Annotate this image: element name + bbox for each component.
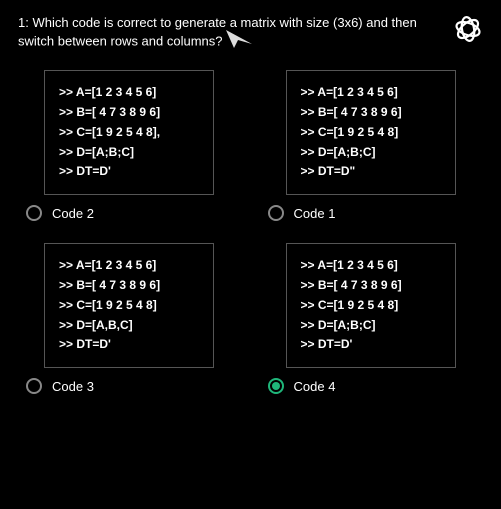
- code-line: >> C=[1 9 2 5 4 8]: [59, 296, 199, 316]
- code-line: >> A=[1 2 3 4 5 6]: [301, 83, 441, 103]
- question-content: 1: Which code is correct to generate a m…: [18, 15, 417, 49]
- option-code3[interactable]: Code 3: [18, 374, 242, 408]
- code-line: >> D=[A,B,C]: [59, 316, 199, 336]
- code-line: >> DT=D': [59, 335, 199, 355]
- code-line: >> D=[A;B;C]: [301, 316, 441, 336]
- code-line: >> C=[1 9 2 5 4 8],: [59, 123, 199, 143]
- option-code4[interactable]: Code 4: [260, 374, 484, 408]
- code-line: >> B=[ 4 7 3 8 9 6]: [59, 103, 199, 123]
- radio-icon: [268, 205, 284, 221]
- code-line: >> DT=D': [301, 335, 441, 355]
- code-line: >> B=[ 4 7 3 8 9 6]: [59, 276, 199, 296]
- option-code2-block: >> A=[1 2 3 4 5 6] >> B=[ 4 7 3 8 9 6] >…: [18, 70, 242, 235]
- radio-icon: [26, 378, 42, 394]
- code-line: >> DT=D": [301, 162, 441, 182]
- code-line: >> A=[1 2 3 4 5 6]: [59, 83, 199, 103]
- code-line: >> A=[1 2 3 4 5 6]: [59, 256, 199, 276]
- code-line: >> D=[A;B;C]: [59, 143, 199, 163]
- codebox-code2: >> A=[1 2 3 4 5 6] >> B=[ 4 7 3 8 9 6] >…: [44, 70, 214, 195]
- codebox-code3: >> A=[1 2 3 4 5 6] >> B=[ 4 7 3 8 9 6] >…: [44, 243, 214, 368]
- cursor-icon: [226, 32, 254, 52]
- question-text: 1: Which code is correct to generate a m…: [18, 14, 441, 52]
- code-line: >> DT=D': [59, 162, 199, 182]
- codebox-code1: >> A=[1 2 3 4 5 6] >> B=[ 4 7 3 8 9 6] >…: [286, 70, 456, 195]
- radio-icon: [26, 205, 42, 221]
- codebox-code4: >> A=[1 2 3 4 5 6] >> B=[ 4 7 3 8 9 6] >…: [286, 243, 456, 368]
- logo-icon: [453, 14, 483, 44]
- option-code1-block: >> A=[1 2 3 4 5 6] >> B=[ 4 7 3 8 9 6] >…: [260, 70, 484, 235]
- option-label: Code 4: [294, 379, 336, 394]
- option-label: Code 1: [294, 206, 336, 221]
- option-code3-block: >> A=[1 2 3 4 5 6] >> B=[ 4 7 3 8 9 6] >…: [18, 243, 242, 408]
- option-code1[interactable]: Code 1: [260, 201, 484, 235]
- code-line: >> C=[1 9 2 5 4 8]: [301, 123, 441, 143]
- code-line: >> A=[1 2 3 4 5 6]: [301, 256, 441, 276]
- radio-icon: [268, 378, 284, 394]
- code-line: >> B=[ 4 7 3 8 9 6]: [301, 103, 441, 123]
- option-label: Code 3: [52, 379, 94, 394]
- option-code4-block: >> A=[1 2 3 4 5 6] >> B=[ 4 7 3 8 9 6] >…: [260, 243, 484, 408]
- option-code2[interactable]: Code 2: [18, 201, 242, 235]
- code-line: >> C=[1 9 2 5 4 8]: [301, 296, 441, 316]
- code-line: >> B=[ 4 7 3 8 9 6]: [301, 276, 441, 296]
- code-line: >> D=[A;B;C]: [301, 143, 441, 163]
- option-label: Code 2: [52, 206, 94, 221]
